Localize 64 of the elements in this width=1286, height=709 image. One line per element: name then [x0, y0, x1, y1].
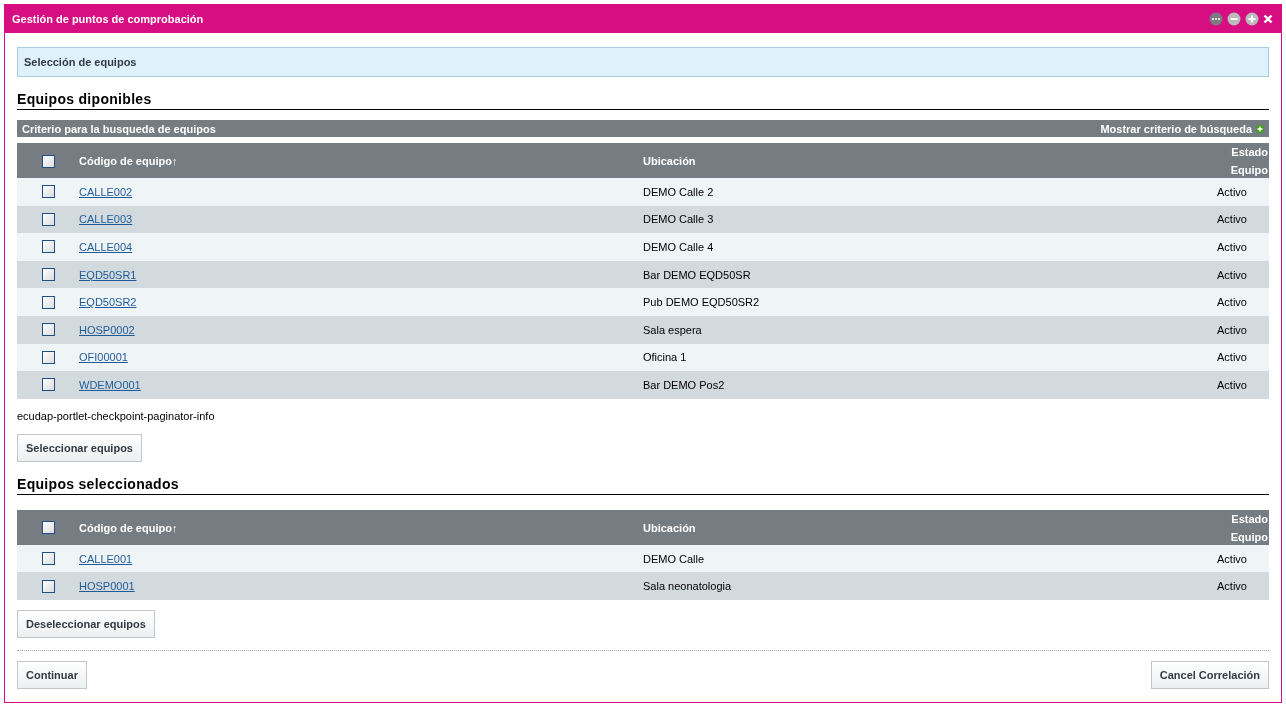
- checkbox[interactable]: [41, 154, 55, 168]
- equipment-code-link[interactable]: WDEMO001: [79, 378, 141, 391]
- table-cell-text: Activo: [1217, 323, 1248, 336]
- info-box: Selección de equipos: [17, 47, 1269, 77]
- equipment-code-link[interactable]: CALLE002: [79, 185, 133, 198]
- column-header[interactable]: Código de equipo↑: [79, 521, 643, 534]
- table-cell-text: Sala espera: [643, 323, 703, 336]
- window-title: Gestión de puntos de comprobación: [12, 13, 204, 25]
- column-header[interactable]: Ubicación: [643, 521, 1179, 534]
- checkbox[interactable]: [41, 350, 55, 364]
- minimize-icon[interactable]: [1227, 12, 1241, 26]
- column-header[interactable]: Ubicación: [643, 155, 1179, 167]
- show-criteria-link[interactable]: Mostrar criterio de búsqueda: [1100, 122, 1252, 135]
- cancel-button[interactable]: Cancel Correlación: [1150, 660, 1269, 689]
- checkbox[interactable]: [41, 240, 55, 254]
- checkbox[interactable]: [41, 268, 55, 282]
- checkbox[interactable]: [41, 552, 55, 566]
- table-cell-text: Activo: [1217, 185, 1248, 198]
- paginator-info: ecudap-portlet-checkpoint-paginator-info: [17, 409, 216, 422]
- table-cell-text: DEMO Calle 3: [643, 213, 715, 226]
- checkbox[interactable]: [41, 212, 55, 226]
- select-button[interactable]: Seleccionar equipos: [17, 433, 142, 462]
- table-cell-text: Activo: [1217, 241, 1248, 253]
- table-cell-text: Activo: [1217, 351, 1248, 364]
- section-heading: Equipos diponibles: [17, 77, 1269, 110]
- equipment-code-link[interactable]: CALLE003: [79, 213, 133, 226]
- table-cell-text: Sala neonatologia: [643, 580, 733, 593]
- table-cell-text: Activo: [1217, 268, 1248, 281]
- equipment-code-link[interactable]: HOSP0001: [79, 580, 135, 593]
- checkbox[interactable]: [41, 185, 55, 199]
- options-icon[interactable]: [1209, 12, 1223, 26]
- section-heading: Equipos seleccionados: [17, 461, 1269, 495]
- table-cell-text: DEMO Calle: [643, 552, 706, 565]
- table-cell-text: Activo: [1217, 378, 1248, 391]
- table-cell-text: Activo: [1217, 296, 1248, 309]
- table-cell-text: Oficina 1: [643, 351, 688, 364]
- plus-icon[interactable]: [1256, 124, 1264, 133]
- table-cell-text: Pub DEMO EQD50SR2: [643, 296, 761, 309]
- equipment-code-link[interactable]: HOSP0002: [79, 323, 135, 336]
- deselect-button[interactable]: Deseleccionar equipos: [17, 609, 155, 638]
- criteria-title: Criterio para la busqueda de equipos: [22, 122, 216, 135]
- table-cell-text: Activo: [1217, 580, 1248, 593]
- equipment-code-link[interactable]: CALLE001: [79, 552, 133, 565]
- table-cell-text: Activo: [1217, 213, 1248, 226]
- equipment-code-link[interactable]: CALLE004: [79, 241, 133, 253]
- equipment-code-link[interactable]: EQD50SR1: [79, 268, 137, 281]
- checkbox[interactable]: [41, 521, 55, 535]
- table-cell-text: Bar DEMO EQD50SR: [643, 268, 752, 281]
- table-cell-text: Activo: [1217, 552, 1248, 565]
- continue-button[interactable]: Continuar: [17, 660, 87, 689]
- checkbox[interactable]: [41, 378, 55, 392]
- column-header[interactable]: Estado Equipo: [1198, 509, 1269, 546]
- column-header[interactable]: Estado Equipo: [1198, 143, 1269, 179]
- equipment-code-link[interactable]: EQD50SR2: [79, 296, 137, 309]
- column-header[interactable]: Código de equipo↑: [79, 155, 643, 167]
- table-cell-text: Bar DEMO Pos2: [643, 378, 726, 391]
- maximize-icon[interactable]: [1245, 12, 1259, 26]
- checkbox[interactable]: [41, 295, 55, 309]
- table-cell-text: DEMO Calle 4: [643, 241, 715, 253]
- table-cell-text: DEMO Calle 2: [643, 185, 715, 198]
- close-icon[interactable]: [1263, 14, 1273, 24]
- equipment-code-link[interactable]: OFI00001: [79, 351, 128, 364]
- checkbox[interactable]: [41, 323, 55, 337]
- checkbox[interactable]: [41, 579, 55, 593]
